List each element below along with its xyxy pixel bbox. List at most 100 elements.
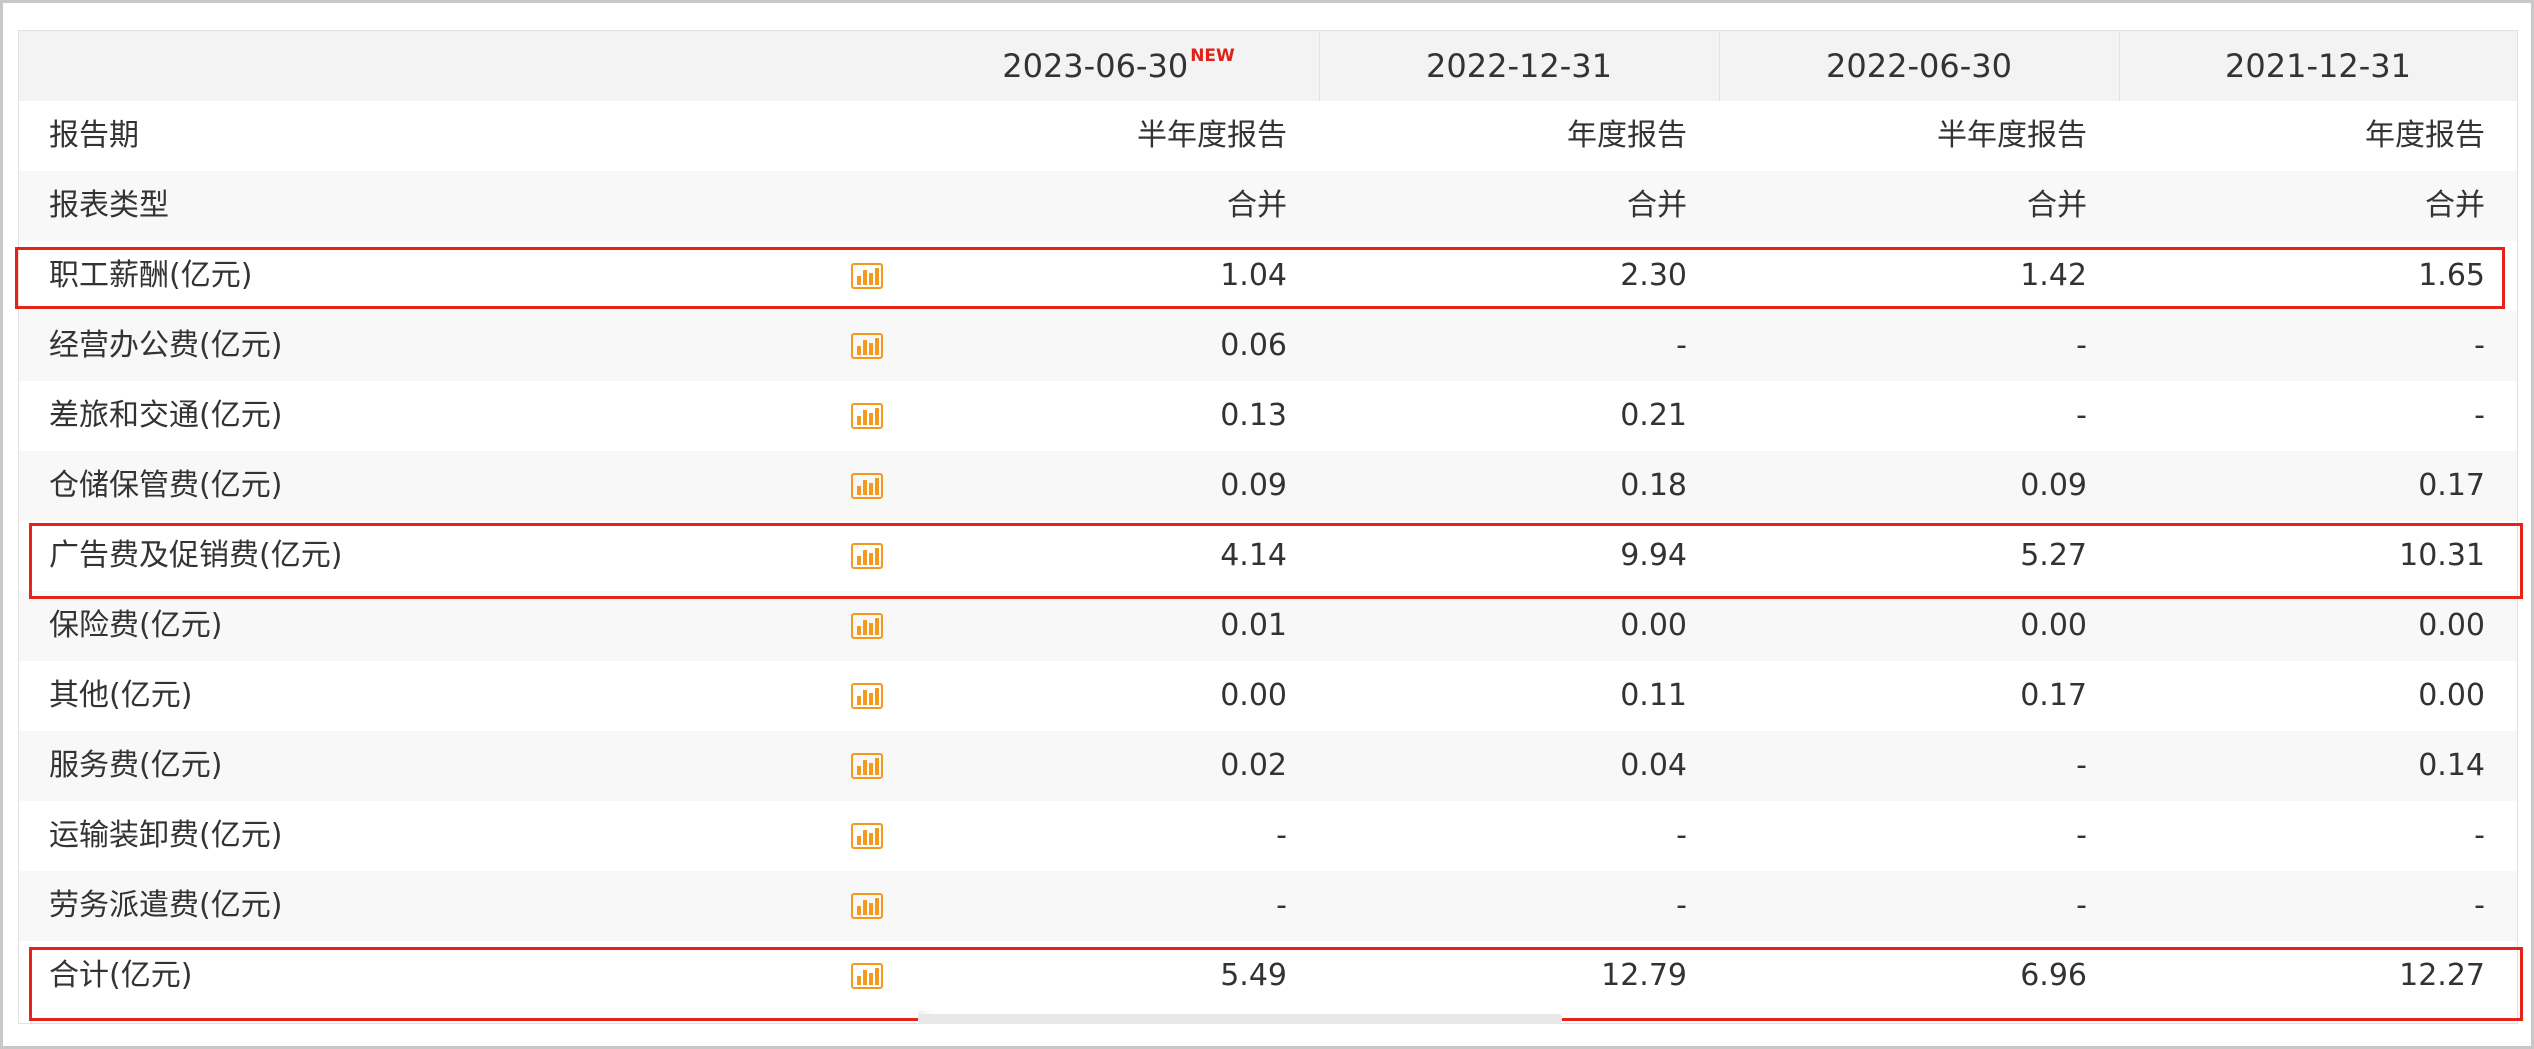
header-corner-cell — [19, 31, 918, 101]
value-cell: 0.14 — [2418, 748, 2485, 783]
table-header-row: 2023-06-30 NEW 2022-12-31 2022-06-30 2021… — [19, 31, 2517, 102]
column-header-4: 2021-12-31 — [2119, 31, 2517, 101]
column-header-2: 2022-12-31 — [1319, 31, 1719, 101]
value-cell: 0.06 — [1220, 328, 1287, 363]
value-cell: 0.11 — [1620, 678, 1687, 713]
value-cell: 10.31 — [2399, 538, 2485, 573]
value-cell: 年度报告 — [1567, 118, 1687, 153]
value-cell: 0.13 — [1220, 398, 1287, 433]
value-cell: - — [1676, 818, 1687, 853]
value-cell: 0.00 — [1620, 608, 1687, 643]
value-cell: 12.79 — [1601, 958, 1687, 993]
value-cell: 1.04 — [1220, 258, 1287, 293]
table-row: 广告费及促销费(亿元) 4.14 9.94 5.27 10.31 — [19, 521, 2517, 591]
horizontal-scrollbar[interactable] — [918, 1014, 1562, 1024]
table-row: 其他(亿元) 0.00 0.11 0.17 0.00 — [19, 661, 2517, 731]
value-cell: 半年度报告 — [1137, 118, 1287, 153]
row-label: 职工薪酬(亿元) — [49, 258, 253, 293]
bar-chart-icon[interactable] — [851, 401, 883, 429]
bar-chart-icon[interactable] — [851, 821, 883, 849]
new-badge: NEW — [1190, 46, 1235, 66]
column-date: 2022-12-31 — [1426, 47, 1612, 85]
table-row: 劳务派遣费(亿元) - - - - — [19, 871, 2517, 941]
value-cell: 4.14 — [1220, 538, 1287, 573]
column-date: 2022-06-30 — [1826, 47, 2012, 85]
value-cell: 0.01 — [1220, 608, 1287, 643]
value-cell: 5.27 — [2020, 538, 2087, 573]
column-divider — [2119, 31, 2120, 101]
row-label: 经营办公费(亿元) — [49, 328, 283, 363]
value-cell: 6.96 — [2020, 958, 2087, 993]
value-cell: - — [1676, 328, 1687, 363]
value-cell: 合并 — [1227, 188, 1287, 223]
table-row: 合计(亿元) 5.49 12.79 6.96 12.27 — [19, 941, 2517, 1011]
table-row: 服务费(亿元) 0.02 0.04 - 0.14 — [19, 731, 2517, 801]
table-row: 经营办公费(亿元) 0.06 - - - — [19, 311, 2517, 381]
value-cell: 0.00 — [1220, 678, 1287, 713]
bar-chart-icon[interactable] — [851, 331, 883, 359]
value-cell: 0.00 — [2418, 678, 2485, 713]
value-cell: 0.09 — [2020, 468, 2087, 503]
value-cell: 0.09 — [1220, 468, 1287, 503]
bar-chart-icon[interactable] — [851, 611, 883, 639]
table-row: 报表类型 合并 合并 合并 合并 — [19, 171, 2517, 241]
value-cell: - — [2474, 818, 2485, 853]
value-cell: - — [1276, 888, 1287, 923]
bar-chart-icon[interactable] — [851, 261, 883, 289]
value-cell: 1.42 — [2020, 258, 2087, 293]
value-cell: 12.27 — [2399, 958, 2485, 993]
row-label: 报表类型 — [49, 188, 169, 223]
value-cell: 1.65 — [2418, 258, 2485, 293]
bar-chart-icon[interactable] — [851, 891, 883, 919]
row-label: 其他(亿元) — [49, 678, 193, 713]
value-cell: 合并 — [2027, 188, 2087, 223]
value-cell: 9.94 — [1620, 538, 1687, 573]
row-label: 劳务派遣费(亿元) — [49, 888, 283, 923]
value-cell: 合并 — [2425, 188, 2485, 223]
column-header-1: 2023-06-30 NEW — [918, 31, 1319, 101]
column-date: 2021-12-31 — [2225, 47, 2411, 85]
value-cell: 0.17 — [2418, 468, 2485, 503]
value-cell: 0.18 — [1620, 468, 1687, 503]
table-row: 运输装卸费(亿元) - - - - — [19, 801, 2517, 871]
table-row: 报告期 半年度报告 年度报告 半年度报告 年度报告 — [19, 101, 2517, 171]
row-label: 服务费(亿元) — [49, 748, 223, 783]
value-cell: - — [2474, 888, 2485, 923]
value-cell: - — [2076, 888, 2087, 923]
row-label: 运输装卸费(亿元) — [49, 818, 283, 853]
value-cell: 0.17 — [2020, 678, 2087, 713]
row-label: 保险费(亿元) — [49, 608, 223, 643]
row-label: 广告费及促销费(亿元) — [49, 538, 343, 573]
value-cell: 5.49 — [1220, 958, 1287, 993]
value-cell: 合并 — [1627, 188, 1687, 223]
bar-chart-icon[interactable] — [851, 961, 883, 989]
value-cell: 2.30 — [1620, 258, 1687, 293]
column-divider — [1319, 31, 1320, 101]
column-date: 2023-06-30 — [1002, 47, 1189, 85]
value-cell: - — [2076, 748, 2087, 783]
row-label: 差旅和交通(亿元) — [49, 398, 283, 433]
value-cell: - — [2076, 328, 2087, 363]
expense-data-table: 2023-06-30 NEW 2022-12-31 2022-06-30 2021… — [15, 30, 2523, 1024]
column-divider — [1719, 31, 1720, 101]
row-label: 仓储保管费(亿元) — [49, 468, 283, 503]
value-cell: - — [1276, 818, 1287, 853]
value-cell: - — [1676, 888, 1687, 923]
bar-chart-icon[interactable] — [851, 471, 883, 499]
value-cell: - — [2076, 398, 2087, 433]
value-cell: - — [2474, 398, 2485, 433]
bar-chart-icon[interactable] — [851, 751, 883, 779]
value-cell: 0.00 — [2418, 608, 2485, 643]
value-cell: 年度报告 — [2365, 118, 2485, 153]
table-row: 差旅和交通(亿元) 0.13 0.21 - - — [19, 381, 2517, 451]
value-cell: - — [2474, 328, 2485, 363]
value-cell: 0.21 — [1620, 398, 1687, 433]
row-label: 报告期 — [49, 118, 139, 153]
bar-chart-icon[interactable] — [851, 681, 883, 709]
table-row: 保险费(亿元) 0.01 0.00 0.00 0.00 — [19, 591, 2517, 661]
table-row: 仓储保管费(亿元) 0.09 0.18 0.09 0.17 — [19, 451, 2517, 521]
value-cell: 0.04 — [1620, 748, 1687, 783]
bar-chart-icon[interactable] — [851, 541, 883, 569]
row-label: 合计(亿元) — [49, 958, 193, 993]
value-cell: 半年度报告 — [1937, 118, 2087, 153]
